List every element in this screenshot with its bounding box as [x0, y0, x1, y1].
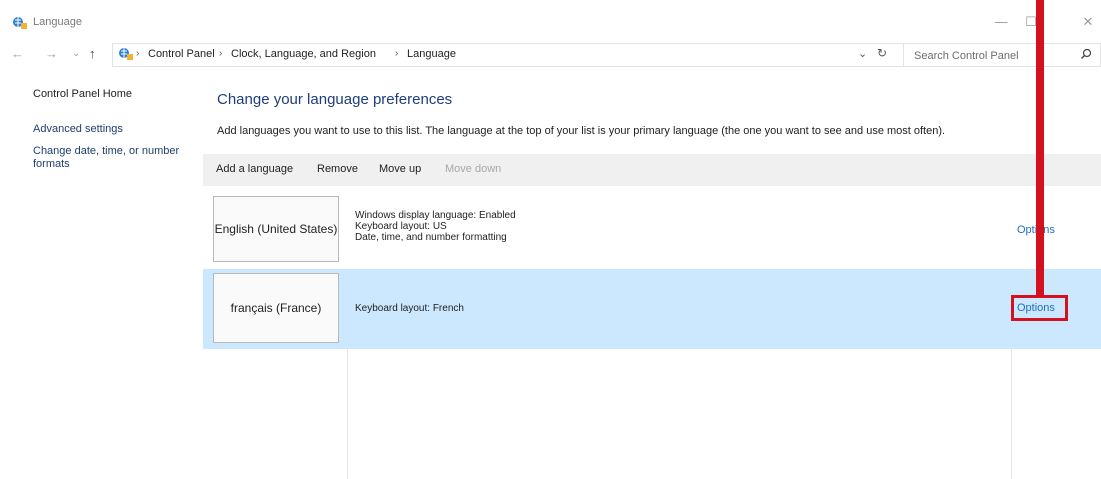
change-formats-link[interactable]: Change date, time, or number formats: [33, 145, 193, 171]
breadcrumb-separator: ›: [395, 48, 399, 59]
breadcrumb-clock-language-region[interactable]: Clock, Language, and Region: [231, 48, 376, 60]
control-panel-home-link[interactable]: Control Panel Home: [33, 88, 132, 100]
language-row-french[interactable]: français (France) Keyboard layout: Frenc…: [203, 269, 1101, 349]
search-icon[interactable]: [1080, 48, 1092, 60]
advanced-settings-link[interactable]: Advanced settings: [33, 123, 123, 135]
move-down-button: Move down: [445, 163, 502, 175]
language-window: Language — ☐ ✕ ← → ⌄ ↑ › Control Panel ›…: [0, 0, 1101, 479]
breadcrumb-separator: ›: [136, 48, 140, 59]
close-button[interactable]: ✕: [1076, 12, 1100, 32]
forward-arrow-icon[interactable]: →: [45, 47, 58, 61]
language-details: Windows display language: Enabled Keyboa…: [355, 210, 516, 243]
formatting-status: Date, time, and number formatting: [355, 232, 507, 243]
keyboard-layout: Keyboard layout: French: [355, 303, 464, 314]
search-box[interactable]: [903, 43, 1101, 67]
add-language-button[interactable]: Add a language: [216, 163, 293, 175]
page-title: Change your language preferences: [217, 91, 453, 108]
keyboard-layout: Keyboard layout: US: [355, 221, 447, 232]
address-row: ← → ⌄ ↑ › Control Panel › Clock, Languag…: [0, 38, 1101, 72]
title-bar: Language — ☐ ✕: [0, 10, 1101, 38]
language-details: Keyboard layout: French: [355, 303, 464, 314]
breadcrumb-language[interactable]: Language: [407, 48, 456, 60]
window-title: Language: [33, 16, 82, 28]
minimize-button[interactable]: —: [989, 12, 1013, 32]
language-tile[interactable]: français (France): [213, 273, 339, 343]
breadcrumb-control-panel[interactable]: Control Panel: [148, 48, 215, 60]
address-dropdown-chevron-icon[interactable]: ⌄: [858, 47, 867, 60]
remove-button[interactable]: Remove: [317, 163, 358, 175]
up-arrow-icon[interactable]: ↑: [89, 47, 96, 61]
recent-locations-chevron-icon[interactable]: ⌄: [72, 47, 80, 61]
back-arrow-icon[interactable]: ←: [11, 47, 24, 61]
breadcrumb-separator: ›: [219, 48, 223, 59]
language-row-english[interactable]: English (United States) Windows display …: [203, 186, 1101, 266]
refresh-icon[interactable]: ↻: [877, 46, 887, 60]
language-toolbar: Add a language Remove Move up Move down: [203, 154, 1101, 186]
annotation-highlight-box: [1011, 295, 1068, 321]
language-tile[interactable]: English (United States): [213, 196, 339, 262]
page-description: Add languages you want to use to this li…: [217, 125, 946, 137]
language-app-icon: [13, 17, 27, 29]
language-list: English (United States) Windows display …: [203, 186, 1101, 479]
column-divider: [347, 347, 348, 479]
display-language-status: Windows display language: Enabled: [355, 210, 516, 221]
breadcrumb[interactable]: › Control Panel › Clock, Language, and R…: [112, 43, 904, 67]
move-up-button[interactable]: Move up: [379, 163, 421, 175]
column-divider: [1011, 347, 1012, 479]
control-panel-icon: [119, 48, 133, 60]
annotation-arrow: [1036, 0, 1044, 296]
